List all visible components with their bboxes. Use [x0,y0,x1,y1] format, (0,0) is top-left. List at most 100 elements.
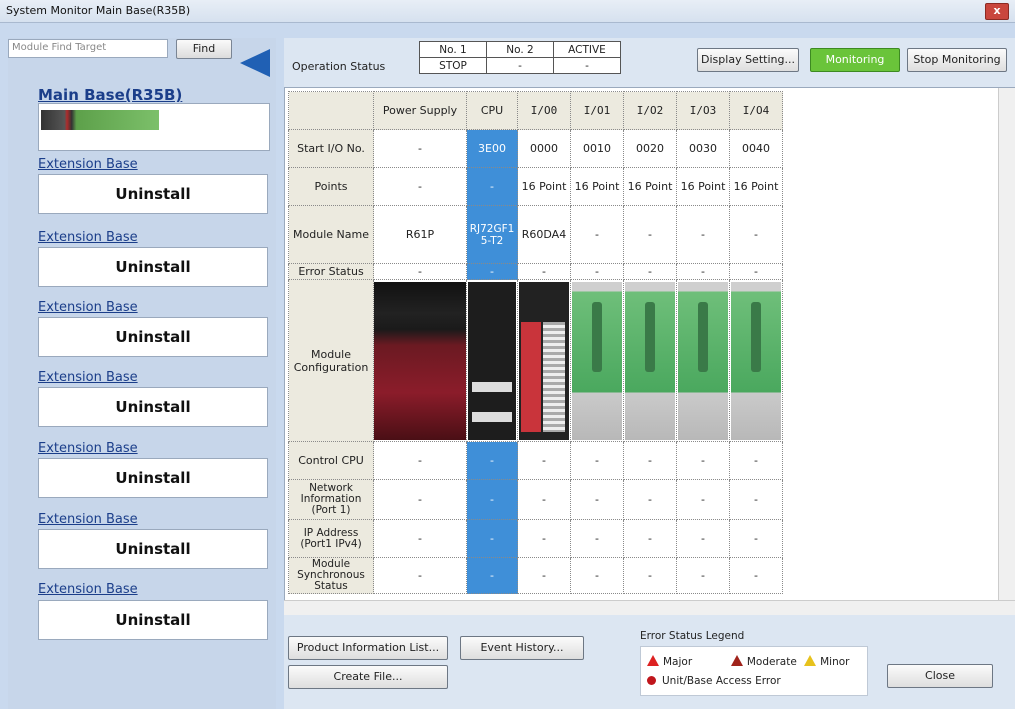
cell-points-io1: 16 Point [570,167,624,206]
cell-points-io2: 16 Point [623,167,677,206]
extension-base-link-4[interactable]: Extension Base [38,370,138,385]
horizontal-scrollbar[interactable] [284,600,1015,615]
col-header-io4[interactable]: I/O4 [729,91,783,130]
io4-module-image[interactable] [729,279,783,442]
cell-sync-io2: - [623,557,677,594]
display-setting-button[interactable]: Display Setting... [697,48,799,72]
extension-base-link-7[interactable]: Extension Base [38,582,138,597]
stop-monitoring-button[interactable]: Stop Monitoring [907,48,1007,72]
extension-base-box-5[interactable]: Uninstall [38,458,268,498]
op-value-no2: - [486,57,554,74]
row-module-configuration: Module Configuration [288,279,783,442]
cell-module-name-io1: - [570,205,624,264]
event-history-button[interactable]: Event History... [460,636,584,660]
extension-base-link-1[interactable]: Extension Base [38,157,138,172]
io3-module-image[interactable] [676,279,730,442]
module-find-input[interactable]: Module Find Target [8,39,168,58]
cell-points-io3: 16 Point [676,167,730,206]
cell-start-io-cpu: 3E00 [466,129,518,168]
main-base-link[interactable]: Main Base(R35B) [38,86,182,104]
extension-base-link-3[interactable]: Extension Base [38,300,138,315]
find-button[interactable]: Find [176,39,232,59]
module-grid: Power Supply CPU I/O0 I/O1 I/O2 I/O3 I/O… [288,91,783,594]
cell-sync-io4: - [729,557,783,594]
cell-error-io4: - [729,263,783,280]
col-header-power-supply[interactable]: Power Supply [373,91,467,130]
cell-start-io-io0: 0000 [517,129,571,168]
cell-control-cpu-io0: - [517,441,571,480]
vertical-scrollbar[interactable] [998,88,1015,600]
cell-sync-io1: - [570,557,624,594]
cell-start-io-io2: 0020 [623,129,677,168]
extension-base-box-1[interactable]: Uninstall [38,174,268,214]
error-legend-title: Error Status Legend [640,630,745,642]
cell-start-io-io1: 0010 [570,129,624,168]
access-error-icon [647,676,656,685]
cell-module-name-io3: - [676,205,730,264]
window-title: System Monitor Main Base(R35B) [6,4,191,17]
error-status-legend: Major Moderate Minor Unit/Base Access Er… [640,646,868,696]
cell-ip-io1: - [570,519,624,558]
cpu-module-image[interactable] [466,279,518,442]
op-header-no2: No. 2 [486,41,554,58]
extension-base-link-5[interactable]: Extension Base [38,441,138,456]
col-header-io0[interactable]: I/O0 [517,91,571,130]
cell-sync-io0: - [517,557,571,594]
module-grid-viewport: Power Supply CPU I/O0 I/O1 I/O2 I/O3 I/O… [284,87,1015,615]
cell-ip-io2: - [623,519,677,558]
close-button[interactable]: Close [887,664,993,688]
col-header-io3[interactable]: I/O3 [676,91,730,130]
cell-ip-cpu: - [466,519,518,558]
monitoring-button[interactable]: Monitoring [810,48,900,72]
grid-corner [288,91,374,130]
row-label-error-status: Error Status [288,263,374,280]
cell-net-cpu: - [466,479,518,520]
col-header-cpu[interactable]: CPU [466,91,518,130]
extension-base-link-2[interactable]: Extension Base [38,230,138,245]
collapse-panel-arrow-icon[interactable] [240,49,270,77]
extension-base-box-3[interactable]: Uninstall [38,317,268,357]
extension-base-box-7[interactable]: Uninstall [38,600,268,640]
row-control-cpu: Control CPU - - - - - - - [288,441,783,480]
io2-module-image[interactable] [623,279,677,442]
create-file-button[interactable]: Create File... [288,665,448,689]
extension-base-box-6[interactable]: Uninstall [38,529,268,569]
main-base-thumbnail[interactable] [38,103,270,151]
legend-access-error-label: Unit/Base Access Error [662,675,781,687]
cell-control-cpu-io2: - [623,441,677,480]
io1-module-image[interactable] [570,279,624,442]
cell-start-io-io4: 0040 [729,129,783,168]
cell-module-name-io2: - [623,205,677,264]
cell-sync-io3: - [676,557,730,594]
cell-points-io4: 16 Point [729,167,783,206]
row-sync-status: Module Synchronous Status - - - - - - - [288,557,783,594]
cell-start-io-io3: 0030 [676,129,730,168]
major-warning-icon [647,655,659,666]
cell-points-cpu: - [466,167,518,206]
cell-net-io4: - [729,479,783,520]
close-window-icon[interactable]: x [985,3,1009,20]
moderate-warning-icon [730,655,743,666]
extension-base-box-4[interactable]: Uninstall [38,387,268,427]
cell-ip-io3: - [676,519,730,558]
col-header-io2[interactable]: I/O2 [623,91,677,130]
io0-module-image[interactable] [517,279,571,442]
cell-module-name-ps: R61P [373,205,467,264]
col-header-io1[interactable]: I/O1 [570,91,624,130]
op-value-active: - [553,57,621,74]
cell-net-io3: - [676,479,730,520]
row-label-start-io: Start I/O No. [288,129,374,168]
product-information-list-button[interactable]: Product Information List... [288,636,448,660]
cell-control-cpu-io4: - [729,441,783,480]
extension-base-box-2[interactable]: Uninstall [38,247,268,287]
cell-sync-cpu: - [466,557,518,594]
cell-error-io3: - [676,263,730,280]
row-network-info: Network Information (Port 1) - - - - - -… [288,479,783,520]
row-ip-address: IP Address (Port1 IPv4) - - - - - - - [288,519,783,558]
title-bar: System Monitor Main Base(R35B) x [0,0,1015,23]
legend-row-access-error: Unit/Base Access Error [647,675,781,687]
cell-points-ps: - [373,167,467,206]
row-label-points: Points [288,167,374,206]
power-supply-module-image[interactable] [373,279,467,442]
extension-base-link-6[interactable]: Extension Base [38,512,138,527]
